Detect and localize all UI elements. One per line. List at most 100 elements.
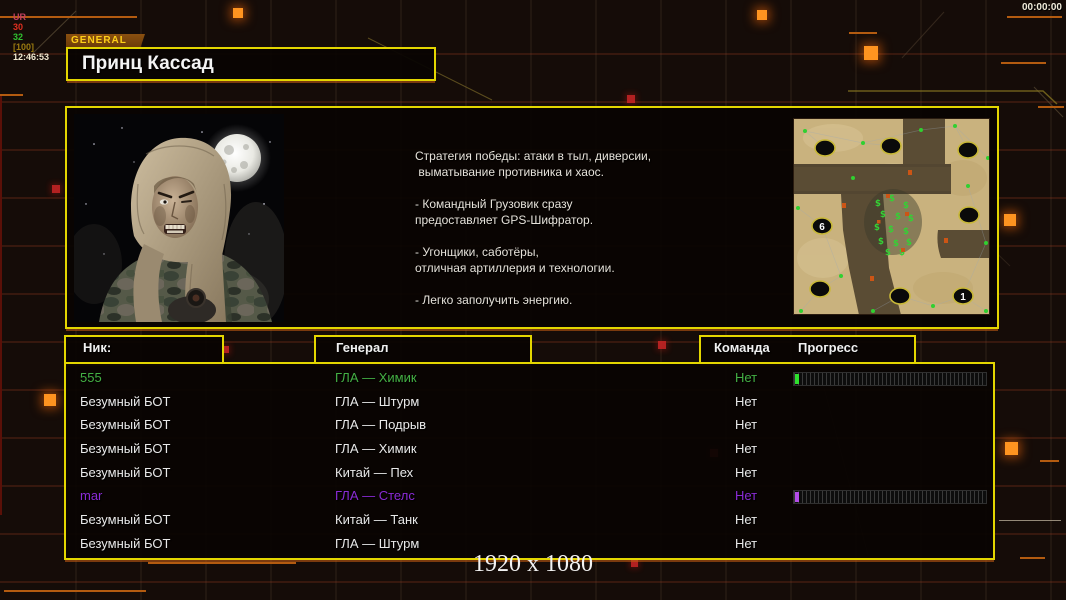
- player-row: Безумный БОТ ГЛА — Химик Нет: [66, 437, 993, 461]
- player-team: Нет: [735, 535, 758, 551]
- player-nick: Безумный БОТ: [80, 464, 171, 480]
- decor-square: [864, 46, 878, 60]
- player-team: Нет: [735, 417, 758, 433]
- decor-square: [233, 8, 243, 18]
- decor-square: [1004, 214, 1016, 226]
- column-header-nick: Ник:: [64, 335, 224, 364]
- fps-label: UR: [13, 12, 27, 22]
- strategy-line: - Командный Грузовик сразу: [415, 197, 573, 211]
- decor-line: [1020, 557, 1045, 559]
- decor-line: [0, 94, 23, 96]
- decor-line: [148, 562, 296, 564]
- player-general: Китай — Танк: [335, 512, 418, 528]
- strategy-line: [415, 180, 745, 196]
- progress-bar: [793, 372, 987, 386]
- loading-screen: UR 30 32 [100] 12:46:53 00:00:00 GENERAL…: [0, 0, 1066, 600]
- map-preview: $ $$ $ $ $ $ $ $ $ $ $ $ $ 6 1: [793, 118, 990, 315]
- page-title: Принц Кассад: [82, 53, 214, 74]
- player-general: ГЛА — Штурм: [335, 535, 420, 551]
- player-row: mar ГЛА — Стелс Нет: [66, 484, 993, 508]
- decor-line: [999, 520, 1061, 521]
- strategy-line: предоставляет GPS-Шифратор.: [415, 213, 594, 227]
- svg-text:$: $: [903, 227, 909, 237]
- svg-text:$: $: [880, 210, 886, 220]
- svg-text:$: $: [885, 248, 891, 258]
- player-general: ГЛА — Штурм: [335, 393, 420, 409]
- svg-text:$: $: [878, 237, 884, 247]
- player-row: Безумный БОТ Китай — Пех Нет: [66, 461, 993, 485]
- strategy-line: - Угонщики, саботёры,: [415, 245, 539, 259]
- start-marker-1: 1: [960, 292, 966, 303]
- decor-line: [1040, 460, 1059, 462]
- nick-header-label: Ник:: [83, 340, 112, 355]
- svg-text:$: $: [895, 212, 901, 222]
- player-general: ГЛА — Химик: [335, 441, 417, 457]
- player-team: Нет: [735, 512, 758, 528]
- clock-readout: 12:46:53: [13, 52, 50, 62]
- player-nick: Безумный БОТ: [80, 393, 171, 409]
- general-header-label: Генерал: [336, 340, 389, 355]
- strategy-line: Стратегия победы: атаки в тыл, диверсии,: [415, 149, 652, 163]
- progress-fill: [795, 492, 799, 503]
- player-general: ГЛА — Стелс: [335, 488, 415, 504]
- player-nick: mar: [80, 488, 103, 504]
- strategy-line: [415, 276, 745, 292]
- decor-square: [1005, 442, 1018, 455]
- player-general: ГЛА — Подрыв: [335, 417, 427, 433]
- decor-square: [44, 394, 56, 406]
- player-nick: Безумный БОТ: [80, 535, 171, 551]
- svg-text:$: $: [874, 223, 880, 233]
- fps-value2: 32: [13, 32, 24, 42]
- strategy-line: выматывание противника и хаос.: [415, 165, 604, 179]
- player-row: Безумный БОТ ГЛА — Подрыв Нет: [66, 413, 993, 437]
- decor-square: [52, 185, 60, 193]
- strategy-line: - Легко заполучить энергию.: [415, 293, 573, 307]
- player-general: Китай — Пех: [335, 464, 414, 480]
- strategy-line: отличная артиллерия и технологии.: [415, 261, 615, 275]
- team-header-label: Команда: [714, 340, 770, 355]
- decor-square: [757, 10, 767, 20]
- player-row: 555 ГЛА — Химик Нет: [66, 366, 993, 390]
- strategy-line: [415, 228, 745, 244]
- player-list: 555 ГЛА — Химик Нет Безумный БОТ ГЛА — Ш…: [66, 366, 993, 558]
- player-nick: Безумный БОТ: [80, 417, 171, 433]
- column-header-team-progress: Команда Прогресс: [699, 335, 916, 364]
- progress-header-label: Прогресс: [798, 340, 859, 355]
- fps-value3: [100]: [13, 42, 35, 52]
- svg-text:$: $: [875, 199, 881, 209]
- fps-value1: 30: [13, 22, 24, 32]
- player-team: Нет: [735, 441, 758, 457]
- progress-bar: [793, 490, 987, 505]
- player-team: Нет: [735, 393, 758, 409]
- svg-text:$: $: [903, 201, 909, 211]
- player-nick: Безумный БОТ: [80, 441, 171, 457]
- general-portrait-image: [74, 114, 284, 322]
- resolution-label: 1920 x 1080: [473, 551, 593, 577]
- player-row: Безумный БОТ Китай — Танк Нет: [66, 508, 993, 532]
- column-header-general: Генерал: [314, 335, 532, 364]
- decor-line: [1038, 106, 1064, 108]
- fps-counter: UR 30 32 [100] 12:46:53: [3, 2, 53, 72]
- player-nick: 555: [80, 370, 102, 385]
- game-timer: 00:00:00: [1021, 2, 1062, 13]
- decor-line: [1001, 62, 1046, 64]
- decor-line: [4, 590, 146, 592]
- player-team: Нет: [735, 488, 758, 504]
- decor-line: [1007, 16, 1062, 18]
- general-tab: GENERAL: [66, 34, 145, 48]
- decor-line: [849, 32, 877, 34]
- svg-text:$: $: [906, 238, 912, 248]
- player-nick: Безумный БОТ: [80, 512, 171, 528]
- strategy-text: Стратегия победы: атаки в тыл, диверсии,…: [415, 148, 745, 308]
- player-team: Нет: [735, 370, 758, 385]
- player-team: Нет: [735, 464, 758, 480]
- general-info-panel: Стратегия победы: атаки в тыл, диверсии,…: [65, 106, 999, 329]
- start-marker-6: 6: [819, 222, 825, 233]
- player-general: ГЛА — Химик: [335, 370, 417, 385]
- svg-text:$: $: [888, 225, 894, 235]
- player-loading-table: 555 ГЛА — Химик Нет Безумный БОТ ГЛА — Ш…: [64, 362, 995, 560]
- screen-edge-line: [0, 95, 2, 515]
- decor-square: [627, 95, 635, 103]
- decor-square: [658, 341, 666, 349]
- progress-fill: [795, 374, 799, 384]
